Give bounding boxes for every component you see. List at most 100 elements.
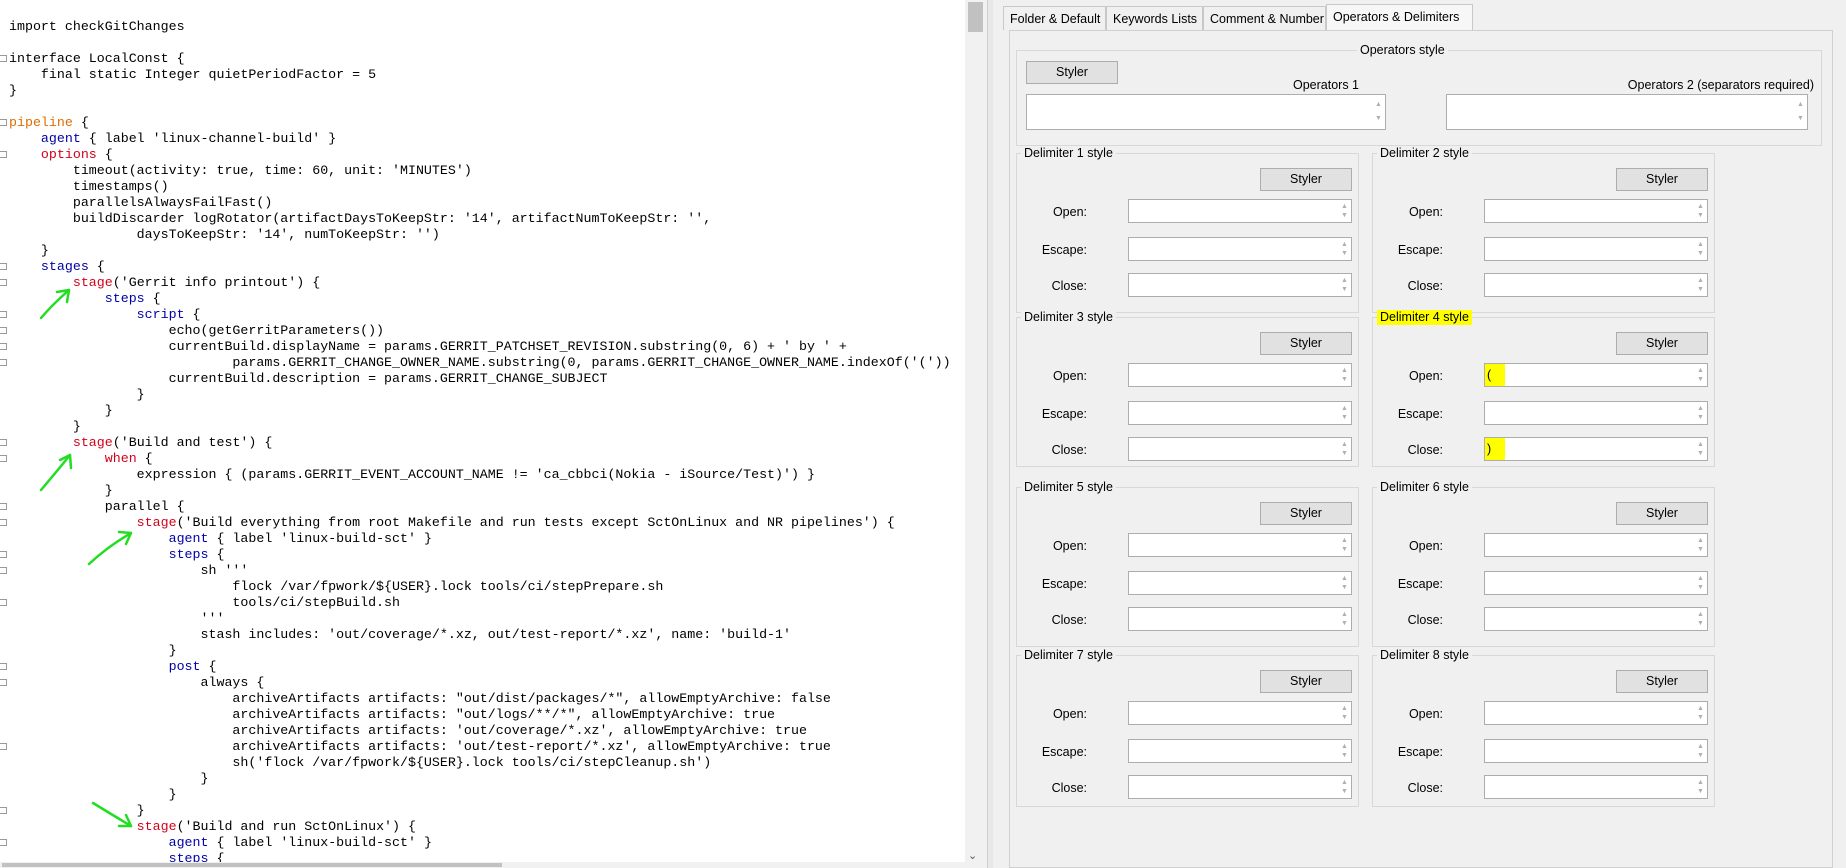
open-label: Open: <box>1408 369 1443 383</box>
operators-2-field[interactable]: ▲ ▼ <box>1446 94 1808 130</box>
delimiter-5-open-field[interactable]: ▲ ▼ <box>1128 533 1352 557</box>
spinner-icon[interactable]: ▲ ▼ <box>1340 742 1349 760</box>
code-text: always { <box>9 675 265 690</box>
delimiter-4-close-field[interactable]: ) ▲ ▼ <box>1484 437 1708 461</box>
operators-1-field[interactable]: ▲ ▼ <box>1026 94 1386 130</box>
scroll-thumb[interactable] <box>968 2 983 32</box>
spinner-icon[interactable]: ▲ ▼ <box>1696 276 1705 294</box>
tab-operators-delimiters[interactable]: Operators & Delimiters <box>1326 4 1473 31</box>
code-line: currentBuild.displayName = params.GERRIT… <box>9 339 847 355</box>
code-line: timeout(activity: true, time: 60, unit: … <box>9 163 472 179</box>
editor-horizontal-scrollbar[interactable] <box>0 862 965 868</box>
spinner-icon[interactable]: ▲ ▼ <box>1796 98 1805 126</box>
delimiter-6-group: Delimiter 6 style Styler Open: ▲ ▼ Escape… <box>1372 480 1715 647</box>
spinner-icon[interactable]: ▲ ▼ <box>1696 240 1705 258</box>
delimiter-1-open-field[interactable]: ▲ ▼ <box>1128 199 1352 223</box>
spinner-icon[interactable]: ▲ ▼ <box>1340 704 1349 722</box>
code-line: } <box>9 483 113 499</box>
open-label: Open: <box>1408 707 1443 721</box>
spinner-icon[interactable]: ▲ ▼ <box>1340 574 1349 592</box>
delimiter-7-styler-button[interactable]: Styler <box>1260 670 1352 693</box>
delimiter-1-styler-button[interactable]: Styler <box>1260 168 1352 191</box>
escape-label: Escape: <box>1041 243 1087 257</box>
delimiter-8-escape-field[interactable]: ▲ ▼ <box>1484 739 1708 763</box>
delimiter-8-styler-button[interactable]: Styler <box>1616 670 1708 693</box>
code-text: archiveArtifacts artifacts: "out/dist/pa… <box>9 691 831 706</box>
spinner-icon[interactable]: ▲ ▼ <box>1696 202 1705 220</box>
spinner-icon[interactable]: ▲ ▼ <box>1340 440 1349 458</box>
spinner-icon[interactable]: ▲ ▼ <box>1696 404 1705 422</box>
open-label: Open: <box>1052 707 1087 721</box>
delimiter-3-escape-field[interactable]: ▲ ▼ <box>1128 401 1352 425</box>
code-text: sh('flock /var/fpwork/${USER}.lock tools… <box>9 755 712 770</box>
delimiter-2-styler-button[interactable]: Styler <box>1616 168 1708 191</box>
delimiter-6-styler-button[interactable]: Styler <box>1616 502 1708 525</box>
delimiter-6-close-field[interactable]: ▲ ▼ <box>1484 607 1708 631</box>
spinner-icon[interactable]: ▲ ▼ <box>1696 778 1705 796</box>
delimiter-2-open-field[interactable]: ▲ ▼ <box>1484 199 1708 223</box>
delimiter-5-styler-button[interactable]: Styler <box>1260 502 1352 525</box>
code-keyword: script <box>136 307 185 322</box>
code-line: parallel { <box>9 499 185 515</box>
delimiter-6-escape-field[interactable]: ▲ ▼ <box>1484 571 1708 595</box>
delimiter-4-open-field[interactable]: ( ▲ ▼ <box>1484 363 1708 387</box>
delimiter-8-close-field[interactable]: ▲ ▼ <box>1484 775 1708 799</box>
scroll-down-icon[interactable]: ⌄ <box>968 849 977 862</box>
delimiter-8-open-field[interactable]: ▲ ▼ <box>1484 701 1708 725</box>
operators-styler-button[interactable]: Styler <box>1026 61 1118 84</box>
code-text: } <box>9 387 145 402</box>
editor-vertical-scrollbar[interactable]: ⌄ <box>965 0 987 868</box>
delimiter-title: Delimiter 8 style <box>1377 648 1472 663</box>
code-text: archiveArtifacts artifacts: 'out/coverag… <box>9 723 807 738</box>
code-text: sh ''' <box>9 563 249 578</box>
delimiter-7-open-field[interactable]: ▲ ▼ <box>1128 701 1352 725</box>
spinner-icon[interactable]: ▲ ▼ <box>1340 276 1349 294</box>
spinner-icon[interactable]: ▲ ▼ <box>1696 536 1705 554</box>
delimiter-5-escape-field[interactable]: ▲ ▼ <box>1128 571 1352 595</box>
code-line: archiveArtifacts artifacts: "out/dist/pa… <box>9 691 831 707</box>
delimiter-1-escape-field[interactable]: ▲ ▼ <box>1128 237 1352 261</box>
spinner-icon[interactable]: ▲ ▼ <box>1340 536 1349 554</box>
delimiter-3-open-field[interactable]: ▲ ▼ <box>1128 363 1352 387</box>
spinner-icon[interactable]: ▲ ▼ <box>1374 98 1383 126</box>
delimiter-1-close-field[interactable]: ▲ ▼ <box>1128 273 1352 297</box>
code-lines[interactable]: import checkGitChanges interface LocalCon… <box>0 0 965 868</box>
delimiter-title: Delimiter 4 style <box>1377 310 1472 325</box>
code-text: ('Build everything from root Makefile an… <box>176 515 895 530</box>
spinner-icon[interactable]: ▲ ▼ <box>1696 574 1705 592</box>
code-editor[interactable]: import checkGitChanges interface LocalCon… <box>0 0 987 868</box>
spinner-icon[interactable]: ▲ ▼ <box>1696 440 1705 458</box>
delimiter-4-escape-field[interactable]: ▲ ▼ <box>1484 401 1708 425</box>
spinner-icon[interactable]: ▲ ▼ <box>1340 366 1349 384</box>
spinner-icon[interactable]: ▲ ▼ <box>1340 202 1349 220</box>
spinner-icon[interactable]: ▲ ▼ <box>1340 404 1349 422</box>
code-text: { label 'linux-build-sct' } <box>208 835 432 850</box>
delimiter-3-styler-button[interactable]: Styler <box>1260 332 1352 355</box>
tab-folder-default[interactable]: Folder & Default <box>1003 6 1106 30</box>
delimiter-7-escape-field[interactable]: ▲ ▼ <box>1128 739 1352 763</box>
delimiter-5-close-field[interactable]: ▲ ▼ <box>1128 607 1352 631</box>
code-text: } <box>9 403 113 418</box>
spinner-icon[interactable]: ▲ ▼ <box>1696 610 1705 628</box>
spinner-icon[interactable]: ▲ ▼ <box>1696 704 1705 722</box>
delimiter-2-close-field[interactable]: ▲ ▼ <box>1484 273 1708 297</box>
spinner-icon[interactable]: ▲ ▼ <box>1696 742 1705 760</box>
delimiter-2-escape-field[interactable]: ▲ ▼ <box>1484 237 1708 261</box>
delimiter-3-close-field[interactable]: ▲ ▼ <box>1128 437 1352 461</box>
code-text: } <box>9 243 49 258</box>
code-line: } <box>9 803 145 819</box>
spinner-icon[interactable]: ▲ ▼ <box>1340 610 1349 628</box>
delimiter-4-styler-button[interactable]: Styler <box>1616 332 1708 355</box>
tab-keywords-lists[interactable]: Keywords Lists <box>1106 6 1203 30</box>
delimiter-7-close-field[interactable]: ▲ ▼ <box>1128 775 1352 799</box>
spinner-icon[interactable]: ▲ ▼ <box>1340 778 1349 796</box>
code-keyword: when <box>104 451 137 466</box>
spinner-icon[interactable]: ▲ ▼ <box>1340 240 1349 258</box>
spinner-icon[interactable]: ▲ ▼ <box>1696 366 1705 384</box>
open-label: Open: <box>1052 205 1087 219</box>
tab-comment-number[interactable]: Comment & Number <box>1203 6 1326 30</box>
scroll-thumb[interactable] <box>2 863 502 867</box>
close-label: Close: <box>1407 613 1443 627</box>
delimiter-6-open-field[interactable]: ▲ ▼ <box>1484 533 1708 557</box>
delimiter-title: Delimiter 1 style <box>1021 146 1116 161</box>
